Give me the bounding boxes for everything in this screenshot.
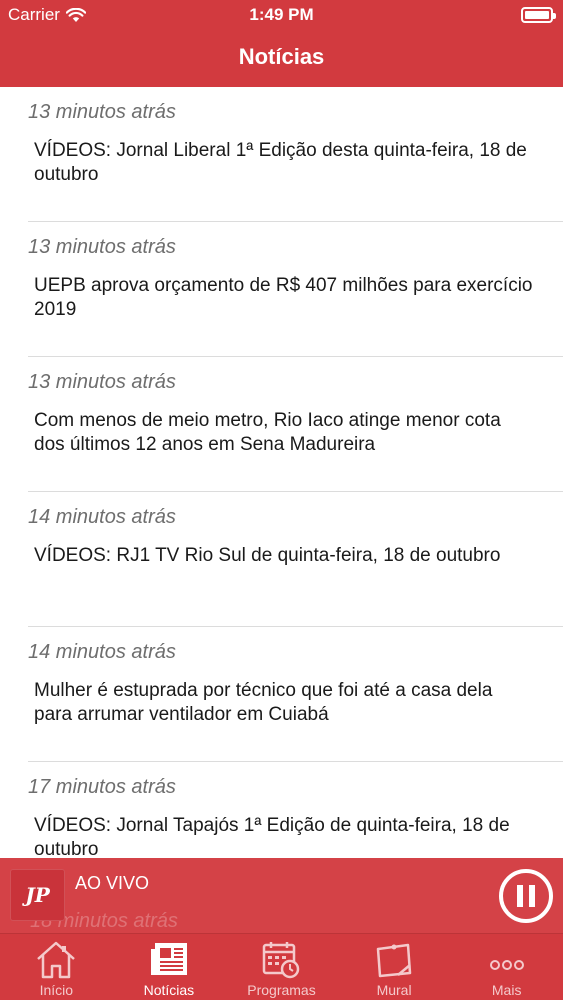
news-time: 13 minutos atrás	[28, 101, 176, 123]
news-headline: Com menos de meio metro, Rio Iaco atinge…	[34, 410, 501, 455]
more-icon	[489, 960, 524, 970]
home-icon	[37, 941, 76, 979]
tab-label: Mais	[491, 982, 522, 998]
news-headline: VÍDEOS: Jornal Tapajós 1ª Edição de quin…	[34, 815, 510, 860]
navigation-header: Carrier 1:49 PM Notícias	[0, 0, 563, 87]
news-item[interactable]: 14 minutos atrás Mulher é estuprada por …	[0, 627, 563, 762]
status-bar: Carrier 1:49 PM	[0, 0, 563, 30]
news-time: 14 minutos atrás	[28, 641, 176, 663]
news-time: 13 minutos atrás	[28, 371, 176, 393]
calendar-icon	[263, 942, 300, 979]
news-headline: UEPB aprova orçamento de R$ 407 milhões …	[34, 275, 533, 320]
live-player-bar[interactable]: 18 minutos atrás JP AO VIVO	[0, 858, 563, 933]
tab-inicio[interactable]: Início	[0, 934, 113, 1000]
station-logo-text: JP	[25, 883, 50, 907]
tab-label: Mural	[376, 982, 412, 998]
newspaper-icon	[150, 943, 187, 975]
news-time: 14 minutos atrás	[28, 506, 176, 528]
tab-label: Notícias	[143, 982, 195, 998]
tab-bar: Início Notícias Programas Mural Mais	[0, 933, 563, 1000]
news-time: 13 minutos atrás	[28, 236, 176, 258]
news-item[interactable]: 13 minutos atrás UEPB aprova orçamento d…	[0, 222, 563, 357]
live-label: AO VIVO	[75, 873, 150, 893]
board-icon	[376, 943, 412, 978]
news-item[interactable]: 13 minutos atrás Com menos de meio metro…	[0, 357, 563, 492]
news-headline: Mulher é estuprada por técnico que foi a…	[34, 680, 493, 725]
station-logo: JP	[10, 869, 65, 921]
tab-noticias[interactable]: Notícias	[113, 934, 226, 1000]
tab-mural[interactable]: Mural	[338, 934, 451, 1000]
news-headline: VÍDEOS: RJ1 TV Rio Sul de quinta-feira, …	[34, 545, 501, 566]
news-item[interactable]: 13 minutos atrás VÍDEOS: Jornal Liberal …	[0, 87, 563, 222]
tab-label: Início	[39, 982, 74, 998]
pause-button[interactable]	[499, 869, 553, 923]
tab-mais[interactable]: Mais	[450, 934, 563, 1000]
tab-programas[interactable]: Programas	[225, 934, 338, 1000]
battery-icon	[521, 7, 556, 23]
news-time: 17 minutos atrás	[28, 776, 176, 798]
news-item[interactable]: 14 minutos atrás VÍDEOS: RJ1 TV Rio Sul …	[0, 492, 563, 627]
page-title: Notícias	[238, 44, 325, 69]
clock: 1:49 PM	[249, 5, 314, 24]
news-headline: VÍDEOS: Jornal Liberal 1ª Edição desta q…	[34, 140, 527, 185]
news-list[interactable]: 13 minutos atrás VÍDEOS: Jornal Liberal …	[0, 87, 563, 933]
tab-label: Programas	[247, 982, 316, 998]
